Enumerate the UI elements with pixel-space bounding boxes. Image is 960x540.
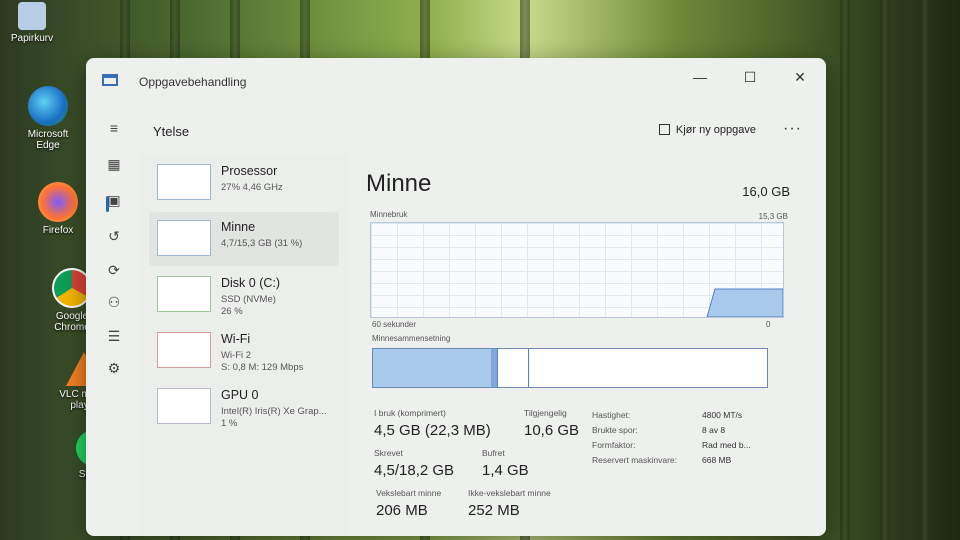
recycle-bin-icon: [18, 2, 46, 30]
desktop-icon-label: Papirkurv: [10, 33, 54, 44]
committed-label: Skrevet: [374, 448, 403, 458]
perf-item-detail-line2: 26 %: [221, 306, 243, 317]
startup-apps-icon[interactable]: ⟳: [104, 260, 124, 280]
detail-value: 8 av 8: [702, 425, 726, 435]
memory-usage-area: [706, 288, 783, 317]
users-icon[interactable]: ⚇: [104, 292, 124, 312]
minimize-button[interactable]: —: [682, 66, 718, 88]
perf-item-detail: Wi-Fi 2 S: 0,8 M: 129 Mbps: [221, 350, 303, 374]
cached-label: Bufret: [482, 448, 505, 458]
cpu-thumbnail-graph: [157, 164, 211, 200]
perf-item-detail: SSD (NVMe) 26 %: [221, 294, 276, 318]
memory-usage-plot: [706, 288, 783, 317]
task-manager-icon: [102, 74, 118, 86]
available-value: 10,6 GB: [524, 422, 580, 439]
task-manager-window: Oppgavebehandling — ☐ ✕ ≡ ▦ ▣ ↺ ⟳ ⚇ ☰ ⚙ …: [86, 58, 826, 536]
perf-item-wifi[interactable]: Wi-Fi Wi-Fi 2 S: 0,8 M: 129 Mbps: [149, 324, 339, 378]
perf-item-name: Prosessor: [221, 164, 278, 178]
memory-usage-graph: [370, 222, 784, 318]
detail-value: Rad med b...: [702, 440, 751, 450]
perf-item-name: GPU 0: [221, 388, 259, 402]
committed-value: 4,5/18,2 GB: [374, 462, 455, 479]
hamburger-menu-icon[interactable]: ≡: [104, 118, 124, 138]
graph-time-label: 60 sekunder: [372, 320, 417, 329]
memory-usage-max: 15,3 GB: [758, 212, 788, 221]
perf-item-detail-line1: Intel(R) Iris(R) Xe Grap...: [221, 406, 327, 417]
run-new-task-label: Kjør ny oppgave: [675, 124, 756, 136]
navigation-rail: ≡ ▦ ▣ ↺ ⟳ ⚇ ☰ ⚙: [86, 108, 140, 536]
cached-value: 1,4 GB: [482, 462, 529, 479]
composition-standby: [498, 349, 529, 387]
more-options-button[interactable]: ···: [783, 120, 802, 138]
in-use-label: I bruk (komprimert): [374, 408, 446, 418]
maximize-button[interactable]: ☐: [732, 66, 768, 88]
perf-item-detail-line1: Wi-Fi 2: [221, 350, 252, 361]
desktop-icon-label: Microsoft Edge: [27, 129, 69, 151]
window-title: Oppgavebehandling: [139, 75, 247, 89]
new-task-icon: [658, 124, 670, 135]
perf-item-name: Disk 0 (C:): [221, 276, 281, 290]
composition-modified: [491, 349, 498, 387]
memory-usage-label: Minnebruk: [370, 210, 408, 219]
available-label: Tilgjengelig: [524, 408, 567, 418]
detail-value: 4800 MT/s: [702, 410, 743, 420]
detail-label: Formfaktor:: [592, 440, 636, 450]
perf-item-name: Minne: [221, 220, 256, 234]
firefox-icon: [38, 182, 78, 222]
perf-item-detail-line2: S: 0,8 M: 129 Mbps: [221, 362, 304, 373]
gpu-thumbnail-graph: [157, 388, 211, 424]
performance-list: Prosessor 27% 4,46 GHz Minne 4,7/15,3 GB…: [141, 154, 349, 536]
memory-composition-bar: [372, 348, 768, 388]
desktop-icon-firefox[interactable]: Firefox: [26, 182, 90, 236]
nonpaged-pool-value: 252 MB: [468, 502, 520, 519]
detail-label: Brukte spor:: [592, 425, 638, 435]
title-bar[interactable]: Oppgavebehandling — ☐ ✕: [86, 58, 826, 102]
detail-label: Hastighet:: [592, 410, 631, 420]
disk-thumbnail-graph: [157, 276, 211, 312]
close-button[interactable]: ✕: [782, 66, 818, 88]
graph-time-zero: 0: [766, 320, 771, 329]
composition-in-use: [373, 349, 492, 387]
memory-total: 16,0 GB: [742, 184, 790, 199]
run-new-task-button[interactable]: Kjør ny oppgave: [658, 124, 756, 136]
perf-item-detail-line2: 1 %: [221, 418, 238, 429]
perf-item-detail-line1: SSD (NVMe): [221, 294, 276, 305]
desktop-icon-edge[interactable]: Microsoft Edge: [16, 86, 80, 151]
paged-pool-label: Vekslebart minne: [376, 488, 442, 498]
app-history-icon[interactable]: ↺: [104, 226, 124, 246]
processes-icon[interactable]: ▦: [104, 154, 124, 174]
wifi-thumbnail-graph: [157, 332, 211, 368]
perf-item-disk[interactable]: Disk 0 (C:) SSD (NVMe) 26 %: [149, 268, 339, 322]
perf-item-detail: 27% 4,46 GHz: [221, 182, 283, 193]
paged-pool-value: 206 MB: [376, 502, 428, 519]
page-title: Ytelse: [153, 124, 190, 139]
desktop-icon-recycle-bin[interactable]: Papirkurv: [0, 2, 64, 44]
memory-title: Minne: [366, 170, 432, 197]
details-icon[interactable]: ☰: [104, 326, 124, 346]
nonpaged-pool-label: Ikke-vekslebart minne: [468, 488, 551, 498]
perf-item-detail: Intel(R) Iris(R) Xe Grap... 1 %: [221, 406, 327, 430]
performance-icon[interactable]: ▣: [104, 190, 124, 210]
edge-icon: [28, 86, 68, 126]
desktop-icon-label: Firefox: [42, 225, 74, 236]
perf-item-memory[interactable]: Minne 4,7/15,3 GB (31 %): [149, 212, 339, 266]
perf-item-cpu[interactable]: Prosessor 27% 4,46 GHz: [149, 156, 339, 210]
perf-item-detail: 4,7/15,3 GB (31 %): [221, 238, 303, 249]
page-header: Ytelse Kjør ny oppgave ···: [141, 108, 826, 152]
in-use-value: 4,5 GB (22,3 MB): [374, 422, 491, 439]
detail-label: Reservert maskinvare:: [592, 455, 678, 465]
detail-value: 668 MB: [702, 455, 732, 465]
perf-item-name: Wi-Fi: [221, 332, 251, 346]
perf-item-gpu[interactable]: GPU 0 Intel(R) Iris(R) Xe Grap... 1 %: [149, 380, 339, 434]
memory-panel: Minne 16,0 GB Minnebruk 15,3 GB 60 sekun…: [356, 154, 826, 536]
memory-composition-label: Minnesammensetning: [372, 334, 451, 343]
services-icon[interactable]: ⚙: [104, 358, 124, 378]
memory-thumbnail-graph: [157, 220, 211, 256]
